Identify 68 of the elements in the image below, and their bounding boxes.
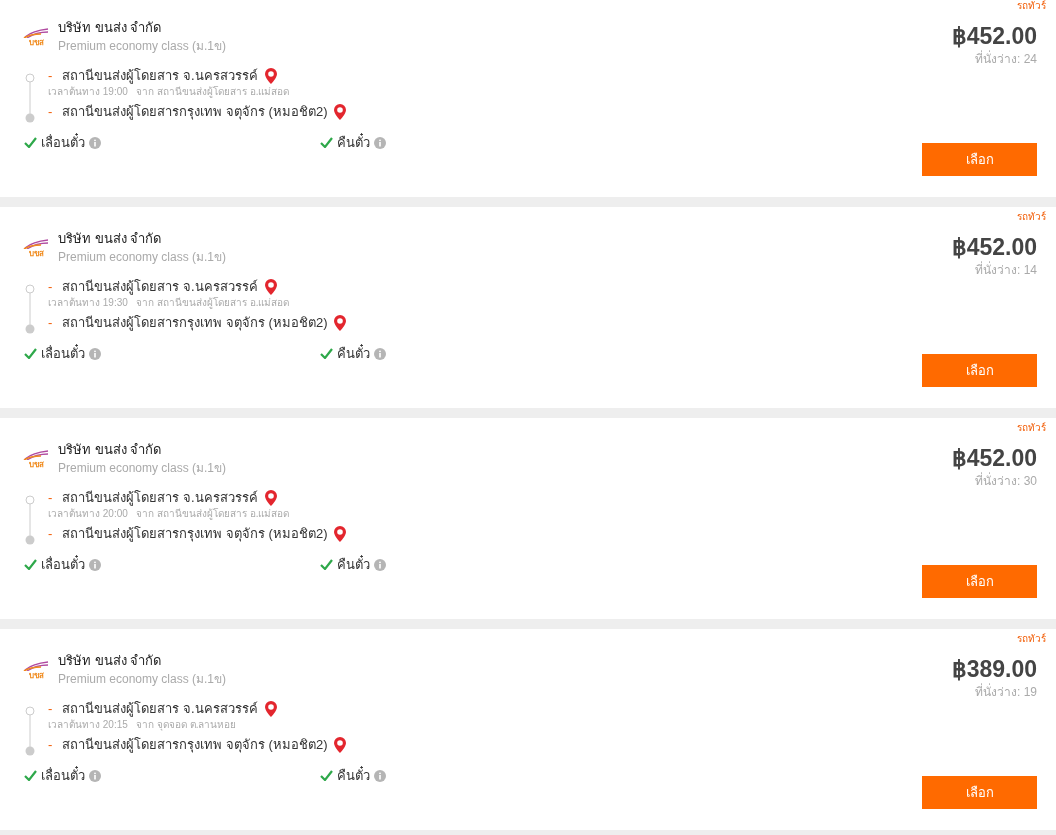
stop-dash: - — [48, 700, 53, 718]
stop-dash: - — [48, 278, 53, 296]
bus-type-label: รถทัวร์ — [1017, 210, 1046, 224]
map-pin-icon[interactable] — [333, 314, 348, 332]
company-logo: บขส — [22, 449, 50, 469]
bus-class: Premium economy class (ม.1ข) — [58, 249, 227, 266]
map-pin-icon[interactable] — [263, 278, 278, 296]
map-pin-icon[interactable] — [333, 736, 348, 754]
departure-info: เวลาต้นทาง 20:00 จาก สถานีขนส่งผู้โดยสาร อ.แม่สอด — [48, 507, 291, 521]
stop-dash: - — [48, 736, 53, 754]
destination-station: สถานีขนส่งผู้โดยสารกรุงเทพ จตุจักร (หมอชิต2) — [62, 314, 328, 332]
departure-info: เวลาต้นทาง 19:30 จาก สถานีขนส่งผู้โดยสาร อ.แม่สอด — [48, 296, 291, 310]
departure-info: เวลาต้นทาง 20:15 จาก จุดจอด ต.ลานหอย — [48, 718, 238, 732]
bus-class: Premium economy class (ม.1ข) — [58, 38, 227, 55]
stop-dash: - — [48, 489, 53, 507]
stop-dash: - — [48, 525, 53, 543]
seats-available: ที่นั่งว่าง: 30 — [975, 473, 1037, 489]
bus-type-label: รถทัวร์ — [1017, 0, 1046, 13]
origin-station: สถานีขนส่งผู้โดยสาร จ.นครสวรรค์ — [62, 278, 258, 296]
company-logo: บขส — [22, 660, 50, 680]
map-pin-icon[interactable] — [263, 700, 278, 718]
route-timeline-drawing — [24, 495, 36, 545]
feature-label: คืนตั๋ว — [337, 766, 370, 785]
map-pin-icon[interactable] — [263, 67, 278, 85]
feature-label: คืนตั๋ว — [337, 344, 370, 363]
destination-station: สถานีขนส่งผู้โดยสารกรุงเทพ จตุจักร (หมอชิต2) — [62, 525, 328, 543]
company-name: บริษัท ขนส่ง จำกัด — [58, 230, 163, 248]
departure-info: เวลาต้นทาง 19:00 จาก สถานีขนส่งผู้โดยสาร อ.แม่สอด — [48, 85, 291, 99]
select-button[interactable]: เลือก — [922, 143, 1037, 176]
price: ฿452.00 — [951, 233, 1037, 261]
company-logo: บขส — [22, 238, 50, 258]
select-button[interactable]: เลือก — [922, 776, 1037, 809]
destination-station: สถานีขนส่งผู้โดยสารกรุงเทพ จตุจักร (หมอชิต2) — [62, 736, 328, 754]
feature-label: เลื่อนตั๋ว — [41, 344, 85, 363]
feature-label: เลื่อนตั๋ว — [41, 766, 85, 785]
origin-station: สถานีขนส่งผู้โดยสาร จ.นครสวรรค์ — [62, 489, 258, 507]
origin-station: สถานีขนส่งผู้โดยสาร จ.นครสวรรค์ — [62, 67, 258, 85]
feature-label: คืนตั๋ว — [337, 555, 370, 574]
stop-dash: - — [48, 67, 53, 85]
feature-label: เลื่อนตั๋ว — [41, 555, 85, 574]
company-name: บริษัท ขนส่ง จำกัด — [58, 441, 163, 459]
map-pin-icon[interactable] — [333, 525, 348, 543]
route-timeline-drawing — [24, 284, 36, 334]
destination-station: สถานีขนส่งผู้โดยสารกรุงเทพ จตุจักร (หมอชิต2) — [62, 103, 328, 121]
bus-type-label: รถทัวร์ — [1017, 632, 1046, 646]
bus-type-label: รถทัวร์ — [1017, 421, 1046, 435]
seats-available: ที่นั่งว่าง: 14 — [975, 262, 1037, 278]
bus-class: Premium economy class (ม.1ข) — [58, 671, 227, 688]
stop-dash: - — [48, 103, 53, 121]
feature-label: คืนตั๋ว — [337, 133, 370, 152]
company-name: บริษัท ขนส่ง จำกัด — [58, 19, 163, 37]
feature-label: เลื่อนตั๋ว — [41, 133, 85, 152]
select-button[interactable]: เลือก — [922, 354, 1037, 387]
price: ฿389.00 — [951, 655, 1037, 683]
map-pin-icon[interactable] — [333, 103, 348, 121]
bus-class: Premium economy class (ม.1ข) — [58, 460, 227, 477]
origin-station: สถานีขนส่งผู้โดยสาร จ.นครสวรรค์ — [62, 700, 258, 718]
map-pin-icon[interactable] — [263, 489, 278, 507]
price: ฿452.00 — [951, 22, 1037, 50]
stop-dash: - — [48, 314, 53, 332]
route-timeline-drawing — [24, 706, 36, 756]
company-logo: บขส — [22, 27, 50, 47]
price: ฿452.00 — [951, 444, 1037, 472]
seats-available: ที่นั่งว่าง: 24 — [975, 51, 1037, 67]
company-name: บริษัท ขนส่ง จำกัด — [58, 652, 163, 670]
select-button[interactable]: เลือก — [922, 565, 1037, 598]
seats-available: ที่นั่งว่าง: 19 — [975, 684, 1037, 700]
route-timeline-drawing — [24, 73, 36, 123]
